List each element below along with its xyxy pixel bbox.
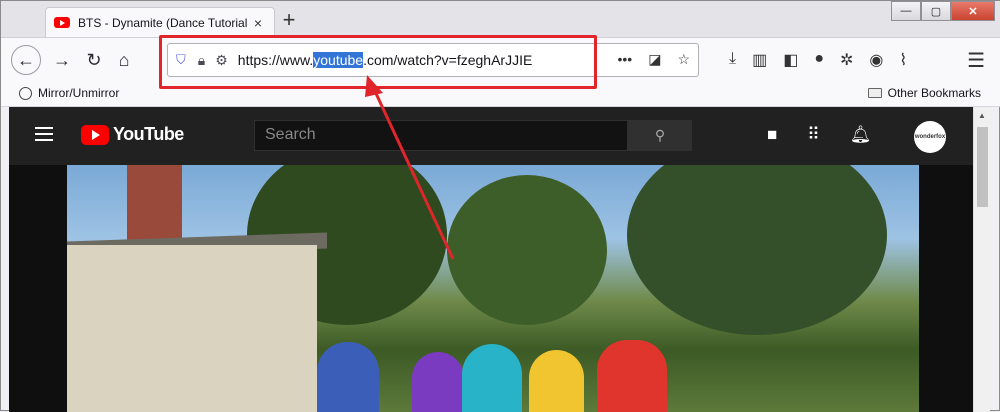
video-player[interactable] [67,165,919,412]
new-tab-button[interactable]: + [279,9,299,33]
sidebar-icon[interactable]: ◧ [783,50,798,70]
url-selected-text: youtube [313,52,364,68]
back-button[interactable]: ← [11,45,41,75]
download-icon[interactable]: ⤓ [729,50,736,70]
reload-button[interactable]: ↻ [79,45,109,75]
page-actions-button[interactable]: ••• [617,51,632,68]
video-house [67,245,317,412]
search-icon: ⚲ [654,127,666,143]
folder-icon [867,88,882,98]
lock-icon[interactable]: 🔒︎ [198,52,205,69]
youtube-wordmark: YouTube [113,124,184,144]
bookmarks-toolbar: Mirror/Unmirror Other Bookmarks [1,81,1000,107]
avatar[interactable]: wonderfox [914,121,946,153]
home-button[interactable]: ⌂ [109,45,139,75]
video-dancer [529,350,584,412]
star-icon[interactable]: ☆ [677,51,690,68]
tab-youtube[interactable]: BTS - Dynamite (Dance Tutorial × [45,7,275,37]
video-chimney [127,165,182,243]
page-scrollbar[interactable]: ▲ [973,107,990,412]
video-dancer [597,340,667,412]
apps-grid-icon[interactable]: ⠿ [807,125,819,145]
close-window-button[interactable]: ✕ [951,1,995,21]
video-tree [447,175,607,325]
notifications-bell-icon[interactable]: 🔔︎ [850,125,872,145]
extension2-icon[interactable]: ⌇ [899,50,907,70]
guide-menu-icon[interactable] [35,127,53,145]
extension-icon[interactable]: ● [814,50,824,70]
url-text[interactable]: https://www.youtube.com/watch?v=fzeghArJ… [238,52,532,68]
scroll-up-icon[interactable]: ▲ [974,107,990,124]
youtube-logo[interactable]: YouTube [81,124,184,145]
youtube-header-actions: ■ ⠿ 🔔︎ [767,125,871,145]
address-bar-actions: ••• ◪ ☆ [617,51,690,68]
address-bar[interactable]: ⛉ 🔒︎ ⚙ https://www.youtube.com/watch?v=f… [167,43,699,77]
maximize-button[interactable]: ▢ [921,1,951,21]
youtube-header: YouTube Search ⚲ ■ ⠿ 🔔︎ wonderfox [9,107,975,165]
bookmark-label: Mirror/Unmirror [38,86,120,100]
globe-icon [19,86,32,100]
forward-button[interactable]: → [47,45,77,75]
other-bookmarks-label: Other Bookmarks [887,86,981,100]
library-icon[interactable]: ▥ [752,50,767,70]
page-content: YouTube Search ⚲ ■ ⠿ 🔔︎ wonderfox [9,107,975,412]
window-controls: — ▢ ✕ [891,1,995,21]
other-bookmarks[interactable]: Other Bookmarks [867,86,981,100]
video-dancer [412,352,464,412]
youtube-search-button[interactable]: ⚲ [628,120,692,151]
tab-title: BTS - Dynamite (Dance Tutorial [78,15,248,30]
bookmark-mirror-unmirror[interactable]: Mirror/Unmirror [19,86,119,100]
permissions-icon[interactable]: ⚙ [215,52,228,69]
create-video-icon[interactable]: ■ [767,125,777,145]
settings-icon[interactable]: ✲ [840,50,853,70]
youtube-play-icon [81,124,109,145]
scrollbar-thumb[interactable] [977,127,988,207]
video-dancer [462,344,522,412]
tab-close-icon[interactable]: × [250,15,266,31]
video-tree [627,165,887,335]
tab-strip: BTS - Dynamite (Dance Tutorial × + — ▢ ✕ [1,1,1000,37]
youtube-search-input[interactable]: Search [254,120,628,151]
toolbar-icons: ⤓ ▥ ◧ ● ✲ ◉ ⌇ [729,50,907,70]
pocket-icon[interactable]: ◪ [648,51,661,68]
browser-window: BTS - Dynamite (Dance Tutorial × + — ▢ ✕… [0,0,1000,412]
minimize-button[interactable]: — [891,1,921,21]
menu-icon[interactable]: ☰ [967,48,985,73]
tracking-shield-icon[interactable]: ⛉ [176,52,186,68]
navigation-toolbar: ← → ↻ ⌂ ⛉ 🔒︎ ⚙ https://www.youtube.com/w… [1,37,1000,81]
youtube-favicon-icon [54,17,70,28]
video-dancer [317,342,379,412]
account-icon[interactable]: ◉ [869,50,883,70]
